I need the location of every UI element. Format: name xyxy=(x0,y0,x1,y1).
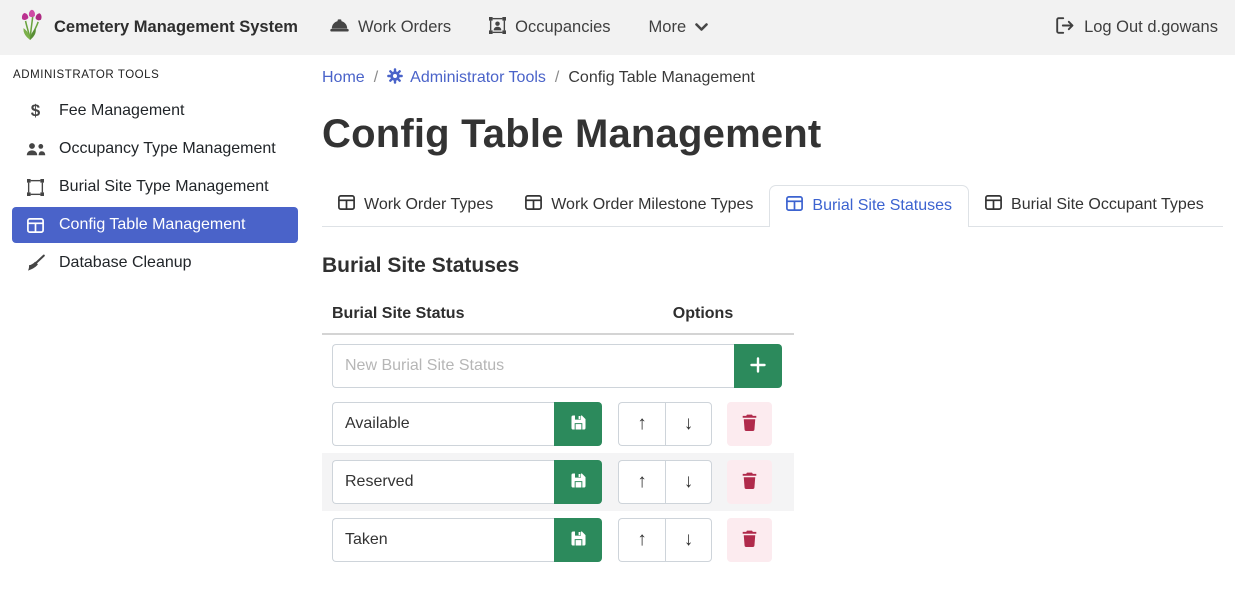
chevron-down-icon xyxy=(695,18,708,37)
save-status-button[interactable] xyxy=(554,402,602,446)
sidebar-item-label: Fee Management xyxy=(59,102,184,120)
table-row: ↑ ↓ xyxy=(322,395,794,453)
person-bounding-box-icon xyxy=(489,17,506,39)
main-content: Home / Administrator Tool xyxy=(310,55,1235,591)
sidebar-item-label: Config Table Management xyxy=(59,216,246,234)
top-navbar: Cemetery Management System Work Orders O… xyxy=(0,0,1235,55)
brand-title: Cemetery Management System xyxy=(54,18,298,37)
nav-item-work-orders[interactable]: Work Orders xyxy=(330,18,451,38)
table-row-add xyxy=(322,335,794,395)
nav-item-occupancies[interactable]: Occupancies xyxy=(489,17,610,39)
logout-link[interactable]: Log Out d.gowans xyxy=(1056,17,1218,39)
nav-item-label: Occupancies xyxy=(515,18,610,37)
sidebar-item-occupancy-type-management[interactable]: Occupancy Type Management xyxy=(12,131,298,167)
tab-burial-site-statuses[interactable]: Burial Site Statuses xyxy=(769,185,969,227)
floppy-icon xyxy=(570,472,587,492)
arrow-down-icon: ↓ xyxy=(684,529,694,551)
table-icon xyxy=(525,195,542,215)
delete-status-button[interactable] xyxy=(727,460,772,504)
breadcrumb: Home / Administrator Tool xyxy=(322,65,1223,91)
sidebar-item-burial-site-type-management[interactable]: Burial Site Type Management xyxy=(12,169,298,205)
table-icon xyxy=(985,195,1002,215)
breadcrumb-current: Config Table Management xyxy=(568,69,755,87)
floppy-icon xyxy=(570,414,587,434)
breadcrumb-separator: / xyxy=(374,69,378,87)
sidebar-item-config-table-management[interactable]: Config Table Management xyxy=(12,207,298,243)
table-row: ↑ ↓ xyxy=(322,511,794,569)
arrow-down-icon: ↓ xyxy=(684,471,694,493)
table-row: ↑ ↓ xyxy=(322,453,794,511)
add-status-button[interactable] xyxy=(734,344,782,388)
table-icon xyxy=(25,218,46,233)
sidebar-item-database-cleanup[interactable]: Database Cleanup xyxy=(12,245,298,281)
section-heading: Burial Site Statuses xyxy=(322,254,1223,278)
people-icon xyxy=(25,142,46,157)
tab-work-order-types[interactable]: Work Order Types xyxy=(322,185,509,226)
bounding-box-icon xyxy=(25,179,46,196)
status-input[interactable] xyxy=(332,518,554,562)
tab-work-order-milestone-types[interactable]: Work Order Milestone Types xyxy=(509,185,769,226)
dollar-icon: $ xyxy=(25,101,46,121)
plus-icon xyxy=(749,356,767,377)
logout-label: Log Out d.gowans xyxy=(1084,18,1218,37)
delete-status-button[interactable] xyxy=(727,402,772,446)
sidebar-section-title: ADMINISTRATOR TOOLS xyxy=(0,64,310,91)
sidebar-item-label: Occupancy Type Management xyxy=(59,140,276,158)
floppy-icon xyxy=(570,530,587,550)
save-status-button[interactable] xyxy=(554,518,602,562)
table-icon xyxy=(786,196,803,216)
table-header-options: Options xyxy=(612,305,794,323)
tulip-logo-icon xyxy=(17,8,44,47)
arrow-down-icon: ↓ xyxy=(684,413,694,435)
table-header-status: Burial Site Status xyxy=(322,305,612,323)
arrow-up-icon: ↑ xyxy=(637,413,647,435)
breadcrumb-separator: / xyxy=(555,69,559,87)
nav-item-label: Work Orders xyxy=(358,18,451,37)
move-down-button[interactable]: ↓ xyxy=(665,402,712,446)
tab-label: Work Order Types xyxy=(364,196,493,214)
tab-label: Burial Site Statuses xyxy=(812,197,952,215)
sidebar-item-label: Burial Site Type Management xyxy=(59,178,269,196)
trash-icon xyxy=(742,530,757,550)
breadcrumb-home-link[interactable]: Home xyxy=(322,69,365,87)
brand[interactable]: Cemetery Management System xyxy=(17,8,298,47)
nav-item-more[interactable]: More xyxy=(649,18,709,37)
trash-icon xyxy=(742,414,757,434)
sidebar-item-label: Database Cleanup xyxy=(59,254,192,272)
delete-status-button[interactable] xyxy=(727,518,772,562)
table-header-row: Burial Site Status Options xyxy=(322,297,794,335)
breadcrumb-admin-tools-link[interactable]: Administrator Tools xyxy=(387,68,546,89)
status-input[interactable] xyxy=(332,402,554,446)
move-down-button[interactable]: ↓ xyxy=(665,518,712,562)
page-title: Config Table Management xyxy=(322,107,1223,161)
statuses-table: Burial Site Status Options xyxy=(322,297,794,569)
save-status-button[interactable] xyxy=(554,460,602,504)
tab-label: Burial Site Occupant Types xyxy=(1011,196,1204,214)
arrow-up-icon: ↑ xyxy=(637,471,647,493)
tab-burial-site-occupant-types[interactable]: Burial Site Occupant Types xyxy=(969,185,1220,226)
hard-hat-icon xyxy=(330,18,349,38)
trash-icon xyxy=(742,472,757,492)
arrow-up-icon: ↑ xyxy=(637,529,647,551)
new-status-input[interactable] xyxy=(332,344,734,388)
table-icon xyxy=(338,195,355,215)
move-up-button[interactable]: ↑ xyxy=(618,518,665,562)
status-input[interactable] xyxy=(332,460,554,504)
move-up-button[interactable]: ↑ xyxy=(618,402,665,446)
box-arrow-right-icon xyxy=(1056,17,1074,39)
breadcrumb-label: Administrator Tools xyxy=(410,69,546,87)
sidebar-item-fee-management[interactable]: $ Fee Management xyxy=(12,93,298,129)
nav-item-label: More xyxy=(649,18,687,37)
gear-icon xyxy=(387,68,403,89)
move-up-button[interactable]: ↑ xyxy=(618,460,665,504)
tab-bar: Work Order Types Work Order Milestone Ty… xyxy=(322,185,1223,227)
broom-icon xyxy=(25,254,46,272)
tab-label: Work Order Milestone Types xyxy=(551,196,753,214)
move-down-button[interactable]: ↓ xyxy=(665,460,712,504)
sidebar: ADMINISTRATOR TOOLS $ Fee Management Occ… xyxy=(0,55,310,591)
